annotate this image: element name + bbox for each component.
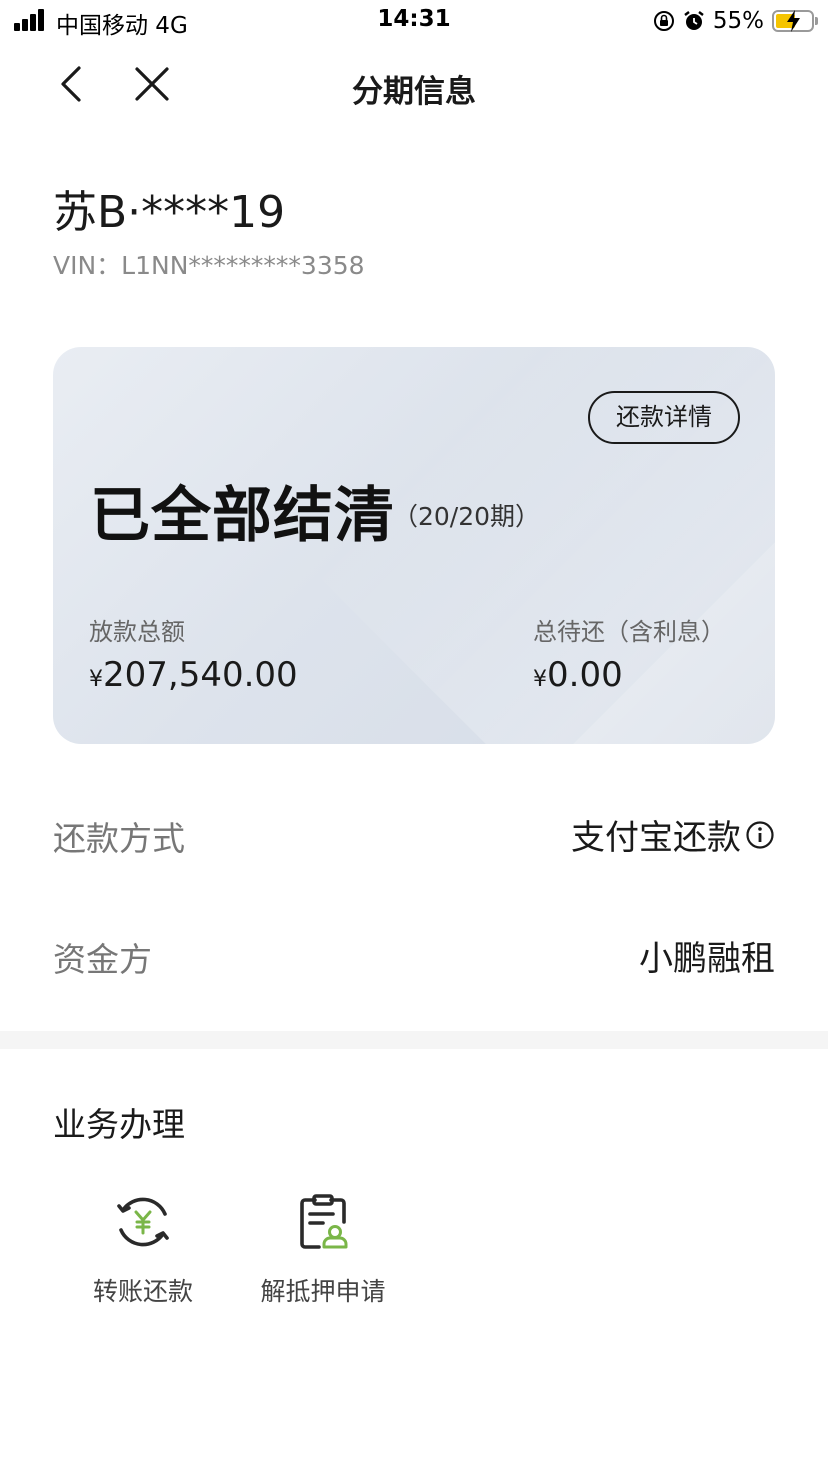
transfer-repayment-button[interactable]: 转账还款 (53, 1192, 233, 1308)
clipboard-user-icon (300, 1194, 348, 1249)
loan-total-value: ¥207,540.00 (89, 655, 298, 695)
page-title: 分期信息 (352, 74, 476, 110)
loan-periods: （20/20期） (393, 502, 541, 531)
funder-value: 小鹏融租 (639, 939, 775, 979)
info-icon[interactable] (745, 820, 775, 850)
yen-refresh-icon (117, 1197, 169, 1247)
loan-total-label: 放款总额 (89, 618, 185, 646)
license-plate: 苏B·****19 (53, 187, 286, 238)
status-right: 55% (653, 6, 818, 36)
currency-symbol: ¥ (89, 667, 103, 692)
services-title: 业务办理 (53, 1105, 185, 1144)
battery-icon (772, 10, 818, 32)
repay-method-label: 还款方式 (53, 819, 185, 858)
release-mortgage-button[interactable]: 解抵押申请 (233, 1192, 413, 1308)
loan-status-card: 还款详情 已全部结清 （20/20期） 放款总额 ¥207,540.00 总待还… (53, 347, 775, 744)
section-divider (0, 1031, 828, 1049)
rotation-lock-icon (653, 11, 674, 31)
loan-status: 已全部结清 (90, 481, 395, 551)
repayment-details-button[interactable]: 还款详情 (588, 391, 740, 444)
status-bar: 中国移动 4G 14:31 55% (0, 0, 828, 44)
funder-label: 资金方 (53, 940, 152, 979)
repay-method-value: 支付宝还款 (571, 818, 741, 858)
alarm-icon (684, 11, 704, 30)
battery-percent: 55% (712, 8, 764, 34)
vin-number: VIN：L1NN*********3358 (53, 251, 365, 280)
service-label: 转账还款 (92, 1277, 193, 1306)
service-label: 解抵押申请 (260, 1277, 386, 1306)
currency-symbol: ¥ (533, 667, 547, 692)
remaining-amount: 0.00 (547, 655, 623, 695)
nav-bar: 分期信息 (0, 52, 828, 116)
remaining-label: 总待还（含利息） (533, 618, 725, 646)
loan-total-amount: 207,540.00 (103, 655, 298, 695)
remaining-value: ¥0.00 (533, 655, 623, 695)
repay-method-row-value: 支付宝还款 (571, 810, 775, 859)
